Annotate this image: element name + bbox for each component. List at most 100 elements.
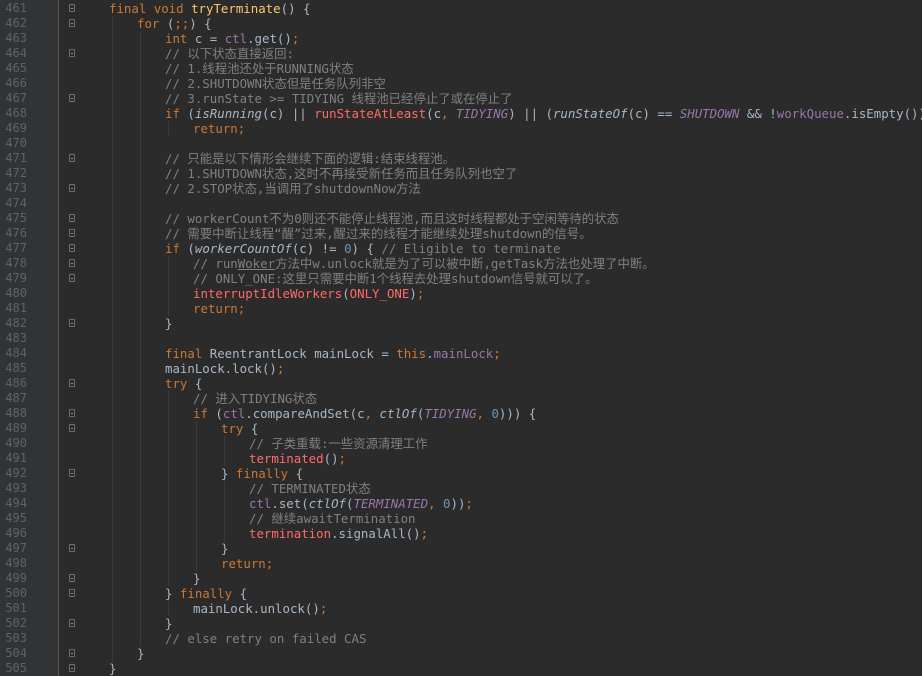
code-text[interactable]: mainLock.unlock(); xyxy=(193,601,327,616)
code-line[interactable]: 493 // TERMINATED状态 xyxy=(0,481,922,496)
code-text[interactable]: // 继续awaitTermination xyxy=(249,511,416,526)
code-text[interactable]: return; xyxy=(193,121,245,136)
code-text[interactable]: } xyxy=(165,316,172,331)
code-text[interactable]: // 2.STOP状态,当调用了shutdownNow方法 xyxy=(165,181,421,196)
fold-marker-icon[interactable] xyxy=(69,154,75,162)
code-line[interactable]: 501 mainLock.unlock(); xyxy=(0,601,922,616)
code-line[interactable]: 495 // 继续awaitTermination xyxy=(0,511,922,526)
code-text[interactable]: } xyxy=(137,646,144,661)
fold-marker-icon[interactable] xyxy=(69,469,75,477)
code-line[interactable]: 461 final void tryTerminate() { xyxy=(0,1,922,16)
code-text[interactable]: for (;;) { xyxy=(137,16,212,31)
code-line[interactable]: 479 // ONLY_ONE:这里只需要中断1个线程去处理shutdown信号就… xyxy=(0,271,922,286)
code-line[interactable]: 503 // else retry on failed CAS xyxy=(0,631,922,646)
code-line[interactable]: 491 terminated(); xyxy=(0,451,922,466)
code-text[interactable]: termination.signalAll(); xyxy=(249,526,428,541)
code-line[interactable]: 488 if (ctl.compareAndSet(c, ctlOf(TIDYIN… xyxy=(0,406,922,421)
code-text[interactable]: // 以下状态直接返回: xyxy=(165,46,294,61)
code-line[interactable]: 480 interruptIdleWorkers(ONLY_ONE); xyxy=(0,286,922,301)
fold-marker-icon[interactable] xyxy=(69,664,75,672)
code-text[interactable]: } xyxy=(221,541,228,556)
fold-marker-icon[interactable] xyxy=(69,244,75,252)
fold-marker-icon[interactable] xyxy=(69,424,75,432)
code-text[interactable]: } xyxy=(193,571,200,586)
fold-marker-icon[interactable] xyxy=(69,229,75,237)
code-line[interactable]: 474 xyxy=(0,196,922,211)
code-text[interactable]: final void tryTerminate() { xyxy=(109,1,310,16)
code-text[interactable]: } finally { xyxy=(165,586,247,601)
code-text[interactable]: // 进入TIDYING状态 xyxy=(193,391,317,406)
code-text[interactable]: // 3.runState >= TIDYING 线程池已经停止了或在停止了 xyxy=(165,91,513,106)
code-text[interactable]: } finally { xyxy=(221,466,303,481)
code-text[interactable]: // 只能是以下情形会继续下面的逻辑:结束线程池。 xyxy=(165,151,455,166)
code-line[interactable]: 465 // 1.线程池还处于RUNNING状态 xyxy=(0,61,922,76)
code-text[interactable]: if (ctl.compareAndSet(c, ctlOf(TIDYING, … xyxy=(193,406,536,421)
code-line[interactable]: 492} finally { xyxy=(0,466,922,481)
code-line[interactable]: 478 // runWoker方法中w.unlock就是为了可以被中断,getTa… xyxy=(0,256,922,271)
code-line[interactable]: 477 if (workerCountOf(c) != 0) { // Eligi… xyxy=(0,241,922,256)
code-text[interactable]: int c = ctl.get(); xyxy=(165,31,299,46)
code-line[interactable]: 487 // 进入TIDYING状态 xyxy=(0,391,922,406)
code-line[interactable]: 496 termination.signalAll(); xyxy=(0,526,922,541)
code-text[interactable]: try { xyxy=(165,376,202,391)
code-line[interactable]: 505} xyxy=(0,661,922,676)
fold-marker-icon[interactable] xyxy=(69,379,75,387)
code-line[interactable]: 490 // 子类重载:一些资源清理工作 xyxy=(0,436,922,451)
code-editor[interactable]: 461 final void tryTerminate() {462 for (;;… xyxy=(0,0,922,676)
code-line[interactable]: 485 mainLock.lock(); xyxy=(0,361,922,376)
code-line[interactable]: 486 try { xyxy=(0,376,922,391)
code-text[interactable]: ctl.set(ctlOf(TERMINATED, 0)); xyxy=(249,496,473,511)
code-text[interactable]: if (workerCountOf(c) != 0) { // Eligible… xyxy=(165,241,560,256)
code-text[interactable]: // 1.线程池还处于RUNNING状态 xyxy=(165,61,354,76)
code-line[interactable]: 498 return; xyxy=(0,556,922,571)
code-text[interactable]: // runWoker方法中w.unlock就是为了可以被中断,getTask方… xyxy=(193,256,655,271)
code-line[interactable]: 476 // 需要中断让线程“醒”过来,醒过来的线程才能继续处理shutdown的… xyxy=(0,226,922,241)
code-line[interactable]: 499} xyxy=(0,571,922,586)
fold-marker-icon[interactable] xyxy=(69,4,75,12)
code-text[interactable]: // workerCount不为0则还不能停止线程池,而且这时线程都处于空闲等待… xyxy=(165,211,619,226)
code-line[interactable]: 463 int c = ctl.get(); xyxy=(0,31,922,46)
code-line[interactable]: 470 xyxy=(0,136,922,151)
code-line[interactable]: 482} xyxy=(0,316,922,331)
fold-marker-icon[interactable] xyxy=(69,544,75,552)
code-line[interactable]: 497} xyxy=(0,541,922,556)
code-text[interactable]: try { xyxy=(221,421,258,436)
code-line[interactable]: 472 // 1.SHUTDOWN状态,这时不再接受新任务而且任务队列也空了 xyxy=(0,166,922,181)
code-text[interactable]: } xyxy=(165,616,172,631)
code-line[interactable]: 502} xyxy=(0,616,922,631)
code-text[interactable]: // else retry on failed CAS xyxy=(165,631,366,646)
code-text[interactable]: if (isRunning(c) || runStateAtLeast(c, T… xyxy=(165,106,922,121)
fold-marker-icon[interactable] xyxy=(69,274,75,282)
fold-marker-icon[interactable] xyxy=(69,319,75,327)
fold-marker-icon[interactable] xyxy=(69,19,75,27)
code-line[interactable]: 473 // 2.STOP状态,当调用了shutdownNow方法 xyxy=(0,181,922,196)
code-line[interactable]: 489 try { xyxy=(0,421,922,436)
code-line[interactable]: 466 // 2.SHUTDOWN状态但是任务队列非空 xyxy=(0,76,922,91)
code-text[interactable]: interruptIdleWorkers(ONLY_ONE); xyxy=(193,286,424,301)
code-line[interactable]: 481 return; xyxy=(0,301,922,316)
code-text[interactable]: return; xyxy=(221,556,273,571)
fold-marker-icon[interactable] xyxy=(69,49,75,57)
code-lines[interactable]: 461 final void tryTerminate() {462 for (;;… xyxy=(0,1,922,676)
code-text[interactable]: mainLock.lock(); xyxy=(165,361,284,376)
fold-marker-icon[interactable] xyxy=(69,649,75,657)
code-text[interactable]: final ReentrantLock mainLock = this.main… xyxy=(165,346,501,361)
fold-marker-icon[interactable] xyxy=(69,589,75,597)
code-line[interactable]: 475 // workerCount不为0则还不能停止线程池,而且这时线程都处于空… xyxy=(0,211,922,226)
fold-marker-icon[interactable] xyxy=(69,94,75,102)
code-text[interactable]: // 子类重载:一些资源清理工作 xyxy=(249,436,428,451)
code-line[interactable]: 468 if (isRunning(c) || runStateAtLeast(c… xyxy=(0,106,922,121)
code-line[interactable]: 464 // 以下状态直接返回: xyxy=(0,46,922,61)
fold-marker-icon[interactable] xyxy=(69,409,75,417)
code-text[interactable]: // 1.SHUTDOWN状态,这时不再接受新任务而且任务队列也空了 xyxy=(165,166,517,181)
code-text[interactable]: return; xyxy=(193,301,245,316)
code-line[interactable]: 469 return; xyxy=(0,121,922,136)
code-line[interactable]: 500} finally { xyxy=(0,586,922,601)
code-line[interactable]: 471 // 只能是以下情形会继续下面的逻辑:结束线程池。 xyxy=(0,151,922,166)
code-text[interactable]: // ONLY_ONE:这里只需要中断1个线程去处理shutdown信号就可以了… xyxy=(193,271,597,286)
code-line[interactable]: 483 xyxy=(0,331,922,346)
fold-marker-icon[interactable] xyxy=(69,214,75,222)
code-text[interactable]: // 需要中断让线程“醒”过来,醒过来的线程才能继续处理shutdown的信号。 xyxy=(165,226,592,241)
fold-marker-icon[interactable] xyxy=(69,259,75,267)
code-text[interactable]: } xyxy=(109,661,116,676)
